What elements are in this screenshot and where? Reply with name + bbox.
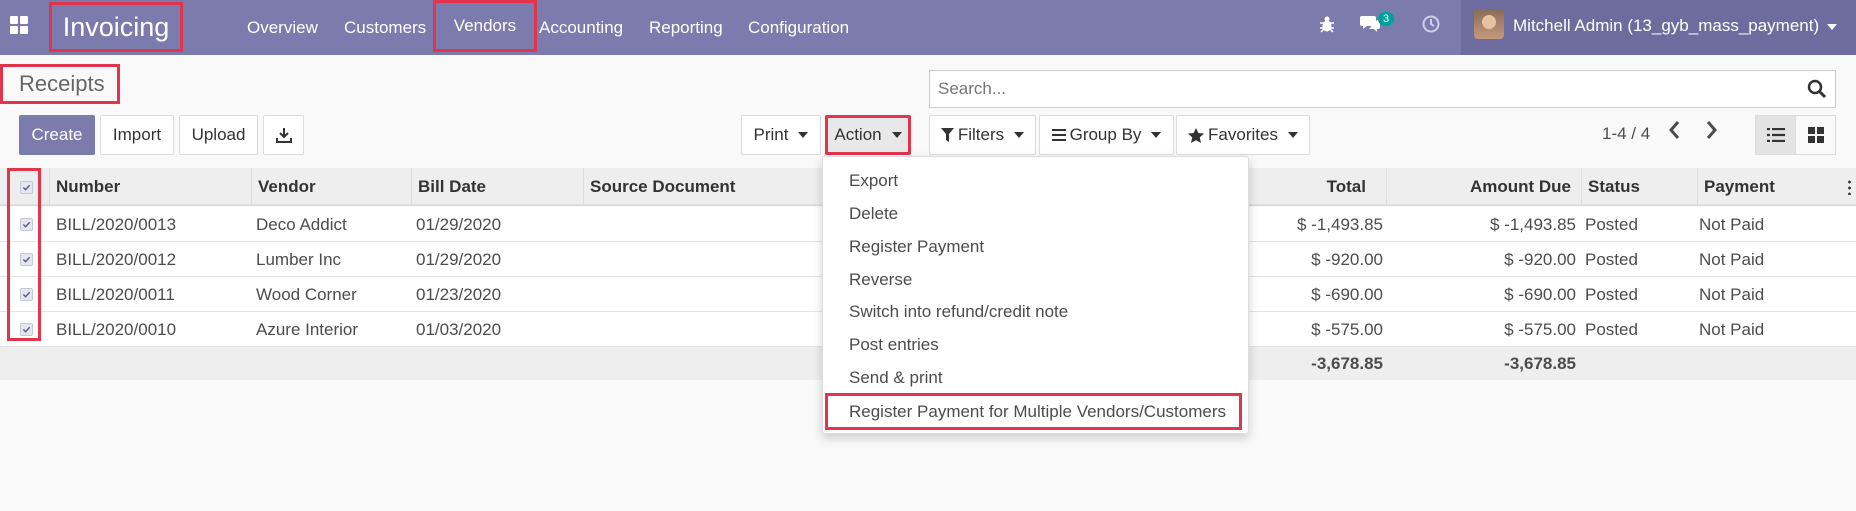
cell-number: BILL/2020/0010 (56, 319, 177, 339)
column-status[interactable]: Status (1582, 168, 1698, 206)
menu-overview[interactable]: Overview (247, 0, 318, 55)
user-name: Mitchell Admin (13_gyb_mass_payment) (1513, 16, 1820, 35)
footer-amount-due: -3,678.85 (1504, 353, 1576, 373)
column-number[interactable]: Number (50, 168, 252, 206)
column-amount-due[interactable]: Amount Due (1387, 168, 1582, 206)
action-dropdown[interactable]: Action (825, 115, 911, 155)
filter-icon (940, 128, 954, 142)
pager-previous-icon[interactable] (1668, 120, 1680, 146)
cell-status: Posted (1585, 319, 1638, 339)
group-by-label: Group By (1069, 125, 1142, 144)
chevron-down-icon (798, 132, 809, 138)
pager-next-icon[interactable] (1706, 120, 1718, 146)
user-menu[interactable]: Mitchell Admin (13_gyb_mass_payment) (1461, 0, 1856, 55)
action-export[interactable]: Export (849, 171, 898, 191)
cell-amount-due: $ -690.00 (1504, 284, 1576, 304)
print-dropdown[interactable]: Print (741, 115, 821, 155)
cell-number: BILL/2020/0012 (56, 249, 177, 269)
menu-customers[interactable]: Customers (344, 0, 426, 55)
column-vendor[interactable]: Vendor (252, 168, 412, 206)
menu-accounting[interactable]: Accounting (539, 0, 623, 55)
menu-vendors[interactable]: Vendors (433, 0, 537, 52)
chevron-down-icon (891, 132, 902, 138)
page-title: Receipts (0, 64, 120, 104)
cell-amount-due: $ -575.00 (1504, 319, 1576, 339)
print-label: Print (753, 125, 789, 144)
chevron-down-icon (1151, 132, 1162, 138)
import-button[interactable]: Import (100, 115, 174, 155)
app-brand[interactable]: Invoicing (49, 2, 183, 52)
cell-status: Posted (1585, 284, 1638, 304)
action-register-payment[interactable]: Register Payment (849, 237, 984, 257)
cell-status: Posted (1585, 249, 1638, 269)
apps-menu-icon[interactable] (10, 16, 28, 34)
cell-number: BILL/2020/0011 (56, 284, 175, 304)
kanban-view-button[interactable] (1795, 115, 1836, 155)
download-button[interactable] (263, 115, 304, 155)
action-delete[interactable]: Delete (849, 204, 898, 224)
chevron-down-icon (1014, 132, 1025, 138)
kanban-view-icon (1807, 127, 1824, 143)
menu-reporting[interactable]: Reporting (649, 0, 723, 55)
bug-icon[interactable] (1318, 15, 1336, 38)
action-post-entries[interactable]: Post entries (849, 335, 939, 355)
cell-bill-date: 01/29/2020 (416, 214, 502, 234)
menu-configuration[interactable]: Configuration (748, 0, 849, 55)
action-switch-refund[interactable]: Switch into refund/credit note (849, 302, 1068, 322)
cell-number: BILL/2020/0013 (56, 214, 177, 234)
selection-highlight (7, 168, 41, 341)
cell-amount-due: $ -1,493.85 (1489, 214, 1576, 234)
column-options-icon[interactable] (1848, 179, 1851, 195)
cell-status: Posted (1585, 214, 1638, 234)
favorites-label: Favorites (1208, 125, 1278, 144)
action-dropdown-menu: Export Delete Register Payment Reverse S… (822, 156, 1249, 434)
cell-vendor: Lumber Inc (256, 249, 342, 269)
download-icon (275, 128, 292, 143)
cell-payment: Not Paid (1699, 214, 1765, 234)
favorites-dropdown[interactable]: Favorites (1176, 115, 1310, 155)
cell-vendor: Azure Interior (256, 319, 359, 339)
activity-clock-icon[interactable] (1422, 15, 1440, 38)
create-button[interactable]: Create (19, 115, 95, 155)
upload-button[interactable]: Upload (179, 115, 258, 155)
list-view-icon (1766, 128, 1785, 142)
pager-value[interactable]: 1-4 / 4 (1602, 124, 1650, 144)
action-label: Action (834, 125, 882, 144)
action-reverse[interactable]: Reverse (849, 270, 912, 290)
list-icon (1051, 129, 1066, 141)
cell-amount-due: $ -920.00 (1504, 249, 1576, 269)
column-bill-date[interactable]: Bill Date (412, 168, 584, 206)
group-by-dropdown[interactable]: Group By (1039, 115, 1174, 155)
list-view-button[interactable] (1755, 115, 1796, 155)
chevron-down-icon (1827, 23, 1838, 30)
cell-payment: Not Paid (1699, 319, 1765, 339)
action-send-print[interactable]: Send & print (849, 368, 943, 388)
search-input[interactable] (938, 79, 1798, 99)
cell-vendor: Wood Corner (256, 284, 357, 304)
search-bar[interactable] (929, 70, 1836, 108)
filters-label: Filters (957, 125, 1005, 144)
column-payment[interactable]: Payment (1698, 168, 1856, 206)
chat-icon[interactable] (1360, 14, 1380, 37)
cell-vendor: Deco Addict (256, 214, 347, 234)
filters-dropdown[interactable]: Filters (929, 115, 1036, 155)
chat-count-badge: 3 (1378, 12, 1395, 26)
cell-payment: Not Paid (1699, 284, 1765, 304)
star-icon (1188, 127, 1205, 143)
cell-payment: Not Paid (1699, 249, 1765, 269)
action-register-payment-multiple[interactable]: Register Payment for Multiple Vendors/Cu… (825, 393, 1242, 430)
cell-bill-date: 01/23/2020 (416, 284, 502, 304)
chevron-down-icon (1287, 132, 1298, 138)
top-navbar: Invoicing Overview Customers Vendors Acc… (0, 0, 1856, 55)
search-icon[interactable] (1807, 79, 1827, 99)
avatar (1474, 9, 1504, 39)
cell-bill-date: 01/03/2020 (416, 319, 502, 339)
cell-bill-date: 01/29/2020 (416, 249, 502, 269)
